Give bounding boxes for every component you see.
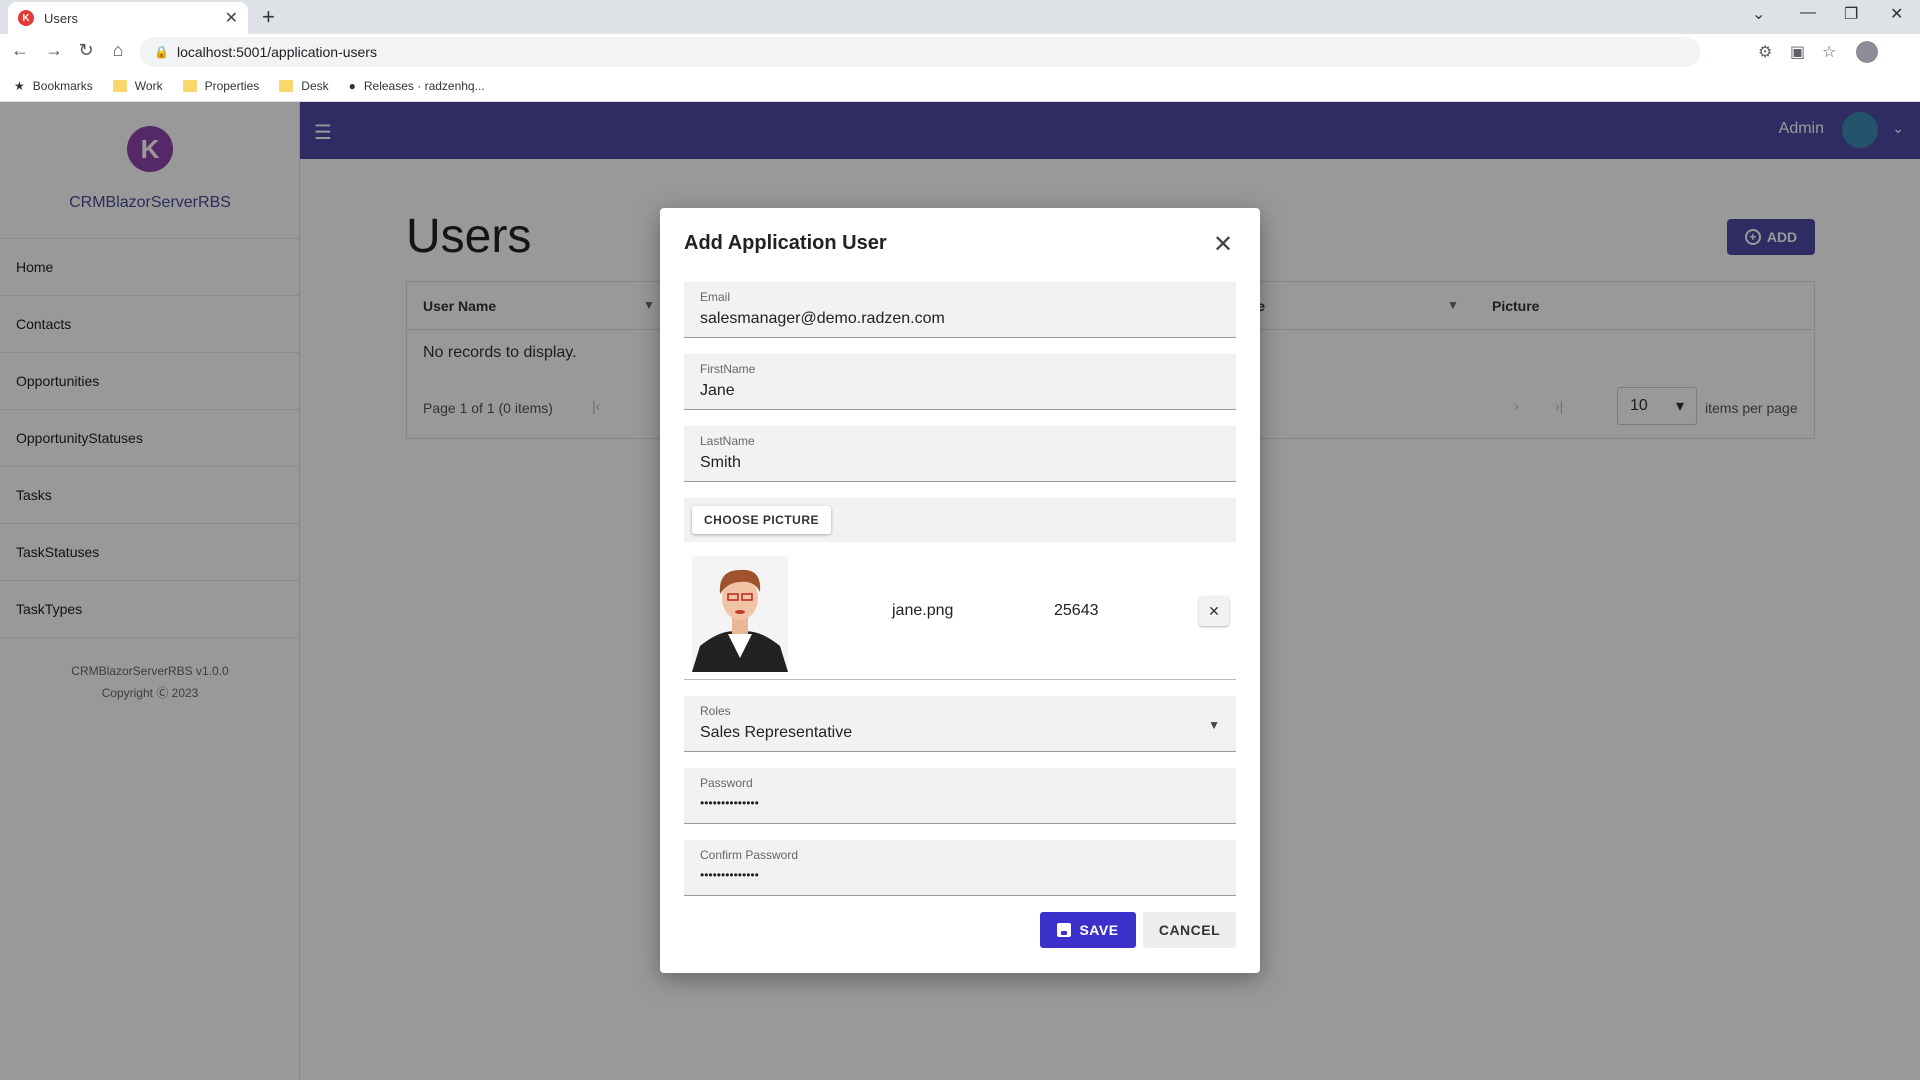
lastname-value: Smith: [700, 454, 741, 471]
minimize-icon[interactable]: —: [1800, 4, 1816, 22]
bookmark-label: Bookmarks: [32, 78, 93, 93]
roles-label: Roles: [700, 704, 731, 718]
firstname-label: FirstName: [700, 362, 756, 376]
folder-icon: [182, 79, 197, 92]
bookmark-item[interactable]: Desk: [279, 78, 329, 93]
forward-icon[interactable]: →: [42, 40, 66, 61]
profile-avatar[interactable]: [1856, 41, 1878, 63]
email-value: salesmanager@demo.radzen.com: [700, 310, 945, 327]
caret-down-icon: ▼: [1208, 718, 1220, 732]
confirm-password-label: Confirm Password: [700, 848, 799, 862]
star-icon[interactable]: ☆: [1822, 42, 1836, 62]
upload-toolbar: CHOOSE PICTURE: [684, 498, 1236, 542]
window-close-icon[interactable]: ✕: [1890, 4, 1903, 24]
bookmark-item[interactable]: ● Releases · radzenhq...: [349, 79, 485, 93]
email-field[interactable]: Email salesmanager@demo.radzen.com: [684, 282, 1236, 338]
save-button[interactable]: SAVE: [1040, 912, 1136, 948]
add-user-dialog: Add Application User ✕ Email salesmanage…: [660, 208, 1260, 973]
extensions-icon[interactable]: ⚙: [1758, 42, 1772, 62]
remove-file-button[interactable]: ✕: [1199, 596, 1229, 626]
tab-search-icon[interactable]: ⌄: [1752, 4, 1765, 24]
confirm-password-value: ••••••••••••••: [700, 868, 759, 882]
url-text: localhost:5001/application-users: [176, 44, 377, 60]
lastname-label: LastName: [700, 434, 755, 448]
email-label: Email: [700, 290, 731, 304]
folder-icon: [112, 79, 127, 92]
home-icon[interactable]: ⌂: [106, 40, 130, 61]
bookmark-item[interactable]: ★ Bookmarks: [14, 79, 93, 93]
uploaded-file-row: jane.png 25643 ✕: [684, 542, 1236, 680]
browser-tabstrip: K Users ✕ + ⌄ — ❐ ✕: [0, 0, 1920, 34]
bookmark-label: Work: [134, 78, 163, 93]
bookmark-item[interactable]: Properties: [182, 78, 260, 93]
password-value: ••••••••••••••: [700, 796, 759, 810]
side-panel-icon[interactable]: ▣: [1790, 42, 1805, 62]
bookmark-label: Desk: [301, 78, 329, 93]
close-icon[interactable]: ✕: [1213, 230, 1233, 259]
password-label: Password: [700, 776, 753, 790]
picture-thumbnail: [692, 556, 788, 672]
star-icon: ★: [14, 78, 25, 93]
tab-close-icon[interactable]: ✕: [225, 8, 238, 28]
github-icon: ●: [348, 78, 356, 93]
file-size: 25643: [1054, 602, 1099, 619]
choose-picture-button[interactable]: CHOOSE PICTURE: [692, 506, 832, 534]
picture-upload: CHOOSE PICTURE jane.png 25643 ✕: [684, 498, 1236, 680]
bookmarks-bar: ★ Bookmarks Work Properties Desk ● Release…: [0, 70, 1920, 102]
file-name: jane.png: [892, 602, 954, 619]
bookmark-item[interactable]: Work: [112, 78, 163, 93]
tab-title: Users: [44, 10, 78, 26]
save-icon: [1057, 923, 1072, 937]
lock-icon: 🔒: [154, 45, 169, 59]
firstname-field[interactable]: FirstName Jane: [684, 354, 1236, 410]
folder-icon: [279, 79, 294, 92]
lastname-field[interactable]: LastName Smith: [684, 426, 1236, 482]
firstname-value: Jane: [700, 382, 735, 399]
confirm-password-field[interactable]: Confirm Password ••••••••••••••: [684, 840, 1236, 896]
dialog-title: Add Application User: [684, 232, 887, 254]
save-button-label: SAVE: [1079, 922, 1119, 938]
browser-tab[interactable]: K Users ✕: [8, 2, 248, 34]
back-icon[interactable]: ←: [8, 40, 32, 61]
browser-toolbar: ← → ↻ ⌂ 🔒 localhost:5001/application-use…: [0, 34, 1920, 70]
new-tab-icon[interactable]: +: [262, 4, 275, 30]
bookmark-label: Releases · radzenhq...: [363, 78, 485, 93]
password-field[interactable]: Password ••••••••••••••: [684, 768, 1236, 824]
restore-icon[interactable]: ❐: [1844, 4, 1858, 24]
address-bar[interactable]: 🔒 localhost:5001/application-users: [140, 37, 1700, 67]
reload-icon[interactable]: ↻: [74, 40, 98, 61]
roles-value: Sales Representative: [700, 724, 853, 741]
cancel-button[interactable]: CANCEL: [1143, 912, 1236, 948]
roles-select[interactable]: Roles Sales Representative ▼: [684, 696, 1236, 752]
favicon-icon: K: [18, 10, 34, 26]
bookmark-label: Properties: [204, 78, 260, 93]
